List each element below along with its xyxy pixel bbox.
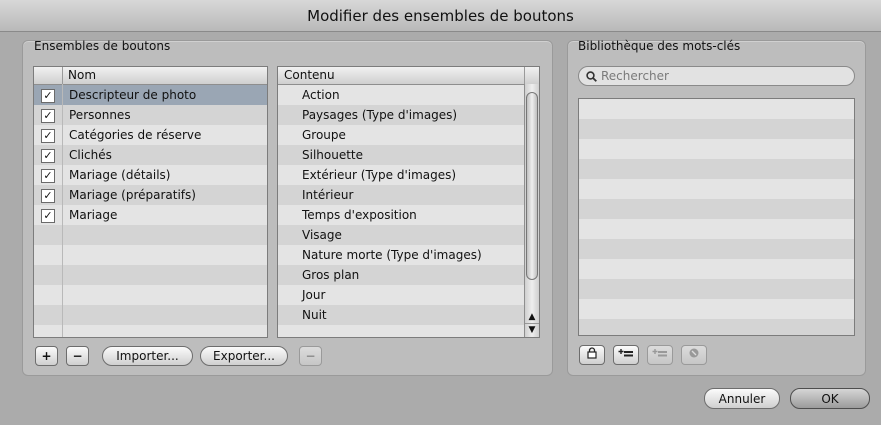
content-item-label: Silhouette xyxy=(302,148,364,162)
list-item xyxy=(579,199,854,219)
button-sets-table[interactable]: Nom ✓ Mariage ✓ Mariage (préparatifs) ✓ Maria… xyxy=(33,66,268,338)
table-row[interactable]: ✓ Descripteur de photo xyxy=(34,85,267,105)
row-checkbox[interactable]: ✓ xyxy=(41,89,55,103)
search-placeholder: Rechercher xyxy=(601,69,669,83)
search-icon xyxy=(586,71,597,82)
delete-keyword-icon xyxy=(689,348,699,358)
list-item[interactable]: Silhouette xyxy=(278,145,525,165)
content-item-label: Action xyxy=(302,88,340,102)
row-name: Clichés xyxy=(69,148,112,162)
list-item xyxy=(579,139,854,159)
content-item-label: Gros plan xyxy=(302,268,360,282)
list-item[interactable]: Action xyxy=(278,85,525,105)
column-name-header[interactable]: Nom xyxy=(68,67,96,84)
content-table-header: Contenu xyxy=(278,67,539,85)
row-checkbox[interactable]: ✓ xyxy=(41,129,55,143)
table-row[interactable]: ✓ Mariage xyxy=(34,205,267,225)
list-item[interactable]: Groupe xyxy=(278,125,525,145)
list-item xyxy=(579,279,854,299)
list-item xyxy=(579,99,854,119)
list-item xyxy=(579,159,854,179)
row-name: Mariage xyxy=(69,208,118,222)
add-sub-keyword-icon xyxy=(652,349,667,357)
table-row[interactable]: ✓ Catégories de réserve xyxy=(34,125,267,145)
table-row xyxy=(34,305,267,325)
list-item xyxy=(579,219,854,239)
add-sub-keyword-button[interactable] xyxy=(647,345,673,365)
list-item[interactable]: Nature morte (Type d'images) xyxy=(278,245,525,265)
list-item[interactable]: Jour xyxy=(278,285,525,305)
content-item-label: Nature morte (Type d'images) xyxy=(302,248,482,262)
content-scrollbar[interactable]: ▲ ▼ xyxy=(524,84,539,337)
row-name: Descripteur de photo xyxy=(69,88,197,102)
content-item-label: Paysages (Type d'images) xyxy=(302,108,458,122)
table-row[interactable]: ✓ Personnes xyxy=(34,105,267,125)
list-item[interactable]: Intérieur xyxy=(278,185,525,205)
remove-content-button[interactable]: − xyxy=(299,346,322,366)
content-item-label: Intérieur xyxy=(302,188,354,202)
window-title: Modifier des ensembles de boutons xyxy=(307,7,574,25)
delete-keyword-button[interactable] xyxy=(681,345,707,365)
add-set-button[interactable]: + xyxy=(35,346,58,366)
content-item-label: Temps d'exposition xyxy=(302,208,417,222)
import-button[interactable]: Importer... xyxy=(102,346,193,366)
add-keyword-icon xyxy=(618,349,633,357)
window-titlebar: Modifier des ensembles de boutons xyxy=(0,0,881,32)
table-row xyxy=(34,225,267,245)
button-sets-label: Ensembles de boutons xyxy=(34,39,171,53)
list-item xyxy=(579,179,854,199)
list-item[interactable]: Gros plan xyxy=(278,265,525,285)
content-item-label: Extérieur (Type d'images) xyxy=(302,168,457,182)
content-item-label: Groupe xyxy=(302,128,346,142)
ok-button[interactable]: OK xyxy=(790,388,870,409)
list-item[interactable]: Extérieur (Type d'images) xyxy=(278,165,525,185)
scroll-down-arrow-icon[interactable]: ▼ xyxy=(525,323,539,336)
scroll-up-arrow-icon[interactable]: ▲ xyxy=(525,311,539,323)
lock-button[interactable] xyxy=(579,345,605,365)
list-item xyxy=(579,259,854,279)
table-row xyxy=(34,245,267,265)
lock-icon xyxy=(587,347,597,359)
add-keyword-button[interactable] xyxy=(613,345,639,365)
list-item[interactable]: Temps d'exposition xyxy=(278,205,525,225)
column-content-header[interactable]: Contenu xyxy=(284,67,335,84)
list-item xyxy=(579,319,854,335)
keyword-library-label: Bibliothèque des mots-clés xyxy=(578,39,741,53)
list-item xyxy=(278,325,525,337)
keyword-library-list[interactable] xyxy=(578,98,855,336)
keyword-search-field[interactable]: Rechercher xyxy=(578,66,855,86)
button-sets-table-header: Nom xyxy=(34,67,267,85)
table-row[interactable]: ✓ Mariage (détails) xyxy=(34,165,267,185)
table-row xyxy=(34,285,267,305)
content-scrollbar-thumb[interactable] xyxy=(526,92,538,280)
cancel-button[interactable]: Annuler xyxy=(704,388,780,409)
row-checkbox[interactable]: ✓ xyxy=(41,149,55,163)
table-row[interactable]: ✓ Mariage (préparatifs) xyxy=(34,185,267,205)
row-checkbox[interactable]: ✓ xyxy=(41,169,55,183)
row-name: Personnes xyxy=(69,108,131,122)
content-item-label: Jour xyxy=(302,288,326,302)
row-checkbox[interactable]: ✓ xyxy=(41,109,55,123)
list-item[interactable]: Visage xyxy=(278,225,525,245)
list-item xyxy=(579,119,854,139)
list-item[interactable]: Paysages (Type d'images) xyxy=(278,105,525,125)
content-table[interactable]: Contenu Nuit Jour Gros plan Nature morte (T… xyxy=(277,66,540,338)
list-item[interactable]: Nuit xyxy=(278,305,525,325)
row-checkbox[interactable]: ✓ xyxy=(41,189,55,203)
content-item-label: Visage xyxy=(302,228,342,242)
list-item xyxy=(579,239,854,259)
remove-set-button[interactable]: − xyxy=(66,346,89,366)
list-item xyxy=(579,299,854,319)
row-name: Mariage (détails) xyxy=(69,168,171,182)
row-checkbox[interactable]: ✓ xyxy=(41,209,55,223)
table-row[interactable]: ✓ Clichés xyxy=(34,145,267,165)
row-name: Mariage (préparatifs) xyxy=(69,188,196,202)
table-row xyxy=(34,265,267,285)
export-button[interactable]: Exporter... xyxy=(200,346,288,366)
row-name: Catégories de réserve xyxy=(69,128,202,142)
content-item-label: Nuit xyxy=(302,308,327,322)
table-row xyxy=(34,325,267,337)
